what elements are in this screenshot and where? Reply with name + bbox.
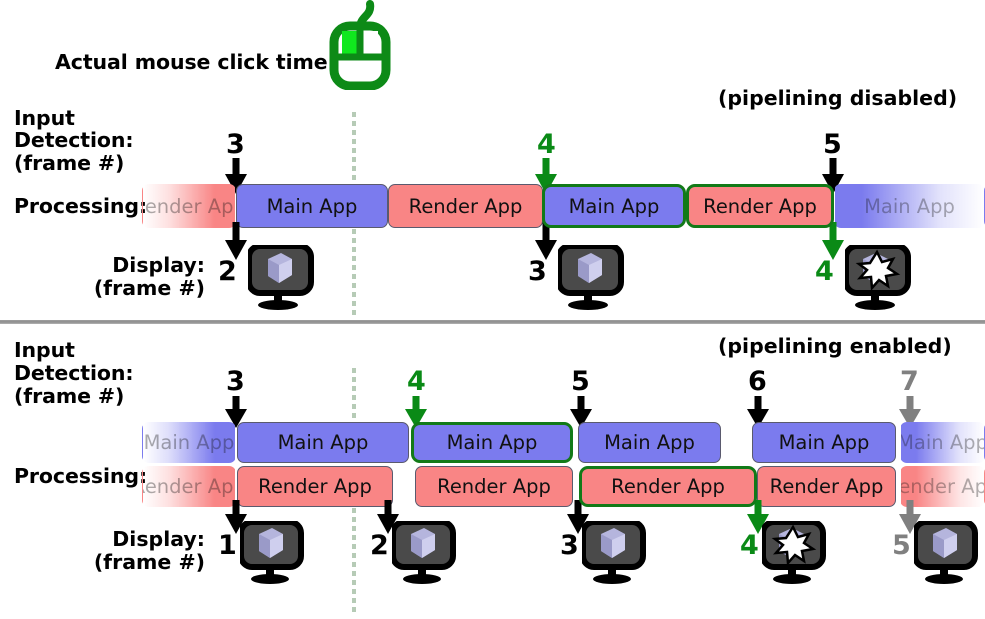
bottom-main-bar-5-label: Main App bbox=[900, 431, 985, 454]
bottom-input-frame-number-0: 3 bbox=[226, 366, 245, 397]
top-bar-2-label: Render App bbox=[408, 194, 523, 218]
monitor-cube-star-icon-bottom-3 bbox=[760, 519, 840, 591]
bottom-main-bar-4[interactable]: Main App bbox=[752, 422, 896, 463]
bottom-display-frame-number-4: 5 bbox=[892, 530, 911, 561]
bottom-main-bar-5[interactable]: Main App bbox=[900, 422, 985, 463]
bottom-render-bar-4-label: Render App bbox=[769, 475, 884, 498]
monitor-cube-icon-bottom-2 bbox=[580, 519, 660, 591]
pipelining-latency-diagram: Actual mouse click time: (pipelining dis… bbox=[0, 0, 985, 619]
input-detection-label-bottom-line3: (frame #) bbox=[14, 384, 125, 408]
bottom-input-frame-number-3: 6 bbox=[748, 366, 767, 397]
bottom-render-bar-2-label: Render App bbox=[437, 475, 551, 498]
display-label-top-line2: (frame #) bbox=[93, 276, 205, 300]
top-input-frame-number-2: 5 bbox=[823, 129, 842, 160]
top-bar-0-label: Render App bbox=[143, 194, 235, 218]
top-bar-0[interactable]: Render App bbox=[142, 184, 236, 228]
monitor-cube-icon-bottom-1 bbox=[390, 519, 470, 591]
bottom-main-bar-4-label: Main App bbox=[778, 431, 870, 454]
display-label-bottom-line1: Display: bbox=[112, 527, 205, 551]
top-bar-2[interactable]: Render App bbox=[388, 184, 543, 228]
bottom-display-frame-number-3: 4 bbox=[740, 530, 759, 561]
bottom-main-bar-0[interactable]: Main App bbox=[142, 422, 236, 463]
top-bar-3[interactable]: Main App bbox=[542, 184, 686, 228]
top-bar-1[interactable]: Main App bbox=[236, 184, 388, 228]
bottom-main-bar-2[interactable]: Main App bbox=[411, 422, 573, 463]
top-input-frame-number-1: 4 bbox=[537, 129, 556, 160]
bottom-render-bar-4[interactable]: Render App bbox=[757, 466, 896, 507]
click-time-line-bottom bbox=[352, 368, 356, 420]
top-display-frame-number-0: 2 bbox=[218, 256, 237, 287]
bottom-input-frame-number-4: 7 bbox=[900, 366, 919, 397]
bottom-render-bar-5-label: Render App bbox=[900, 475, 984, 498]
monitor-cube-icon-bottom-4 bbox=[912, 519, 985, 591]
bottom-display-frame-number-1: 2 bbox=[370, 530, 389, 561]
bottom-render-bar-1[interactable]: Render App bbox=[237, 466, 393, 507]
top-bar-3-label: Main App bbox=[568, 194, 660, 218]
bottom-main-bar-2-label: Main App bbox=[446, 431, 538, 454]
click-time-line-bottom-lower bbox=[352, 508, 356, 614]
click-time-line-top bbox=[352, 112, 356, 192]
bottom-render-bar-3[interactable]: Render App bbox=[579, 466, 757, 507]
processing-label-top: Processing: bbox=[14, 194, 148, 218]
input-detection-label-bottom-line1: Input bbox=[14, 338, 75, 362]
bottom-display-frame-number-2: 3 bbox=[560, 530, 579, 561]
bottom-render-bar-3-label: Render App bbox=[611, 475, 725, 498]
monitor-cube-icon-bottom-0 bbox=[238, 519, 318, 591]
pipelining-enabled-note: (pipelining enabled) bbox=[718, 334, 952, 358]
top-bar-4-label: Render App bbox=[703, 194, 817, 218]
monitor-cube-icon-top-0 bbox=[246, 243, 328, 317]
click-time-line-top-lower bbox=[352, 229, 356, 317]
monitor-cube-star-icon-top-2 bbox=[843, 243, 925, 317]
top-bar-1-label: Main App bbox=[266, 194, 358, 218]
top-display-frame-number-1: 3 bbox=[528, 256, 547, 287]
top-bar-4[interactable]: Render App bbox=[686, 184, 834, 228]
display-label-top-line1: Display: bbox=[112, 253, 205, 277]
actual-click-time-label: Actual mouse click time: bbox=[55, 50, 336, 74]
input-detection-label-top-line3: (frame #) bbox=[14, 151, 125, 175]
pipelining-disabled-note: (pipelining disabled) bbox=[718, 86, 958, 110]
bottom-render-bar-2[interactable]: Render App bbox=[415, 466, 573, 507]
input-detection-label-top-line2: Detection: bbox=[14, 128, 134, 152]
top-display-frame-number-2: 4 bbox=[815, 256, 834, 287]
top-bar-5-label: Main App bbox=[864, 194, 955, 218]
display-label-bottom-line2: (frame #) bbox=[93, 550, 205, 574]
bottom-input-frame-number-2: 5 bbox=[571, 366, 590, 397]
bottom-main-bar-3[interactable]: Main App bbox=[578, 422, 721, 463]
bottom-render-bar-0-label: Render App bbox=[143, 475, 235, 498]
bottom-render-bar-1-label: Render App bbox=[258, 475, 372, 498]
input-detection-label-bottom-line2: Detection: bbox=[14, 361, 134, 385]
bottom-display-frame-number-0: 1 bbox=[218, 530, 237, 561]
top-input-frame-number-0: 3 bbox=[226, 129, 245, 160]
bottom-input-frame-number-1: 4 bbox=[407, 366, 426, 397]
bottom-main-bar-0-label: Main App bbox=[143, 431, 235, 454]
top-bar-5[interactable]: Main App bbox=[834, 184, 985, 228]
bottom-render-bar-0[interactable]: Render App bbox=[142, 466, 236, 507]
bottom-main-bar-1-label: Main App bbox=[277, 431, 369, 454]
processing-label-bottom: Processing: bbox=[14, 464, 148, 488]
bottom-main-bar-3-label: Main App bbox=[604, 431, 695, 454]
monitor-cube-icon-top-1 bbox=[556, 243, 638, 317]
mouse-icon bbox=[326, 0, 394, 94]
section-divider bbox=[0, 320, 985, 324]
bottom-main-bar-1[interactable]: Main App bbox=[237, 422, 409, 463]
